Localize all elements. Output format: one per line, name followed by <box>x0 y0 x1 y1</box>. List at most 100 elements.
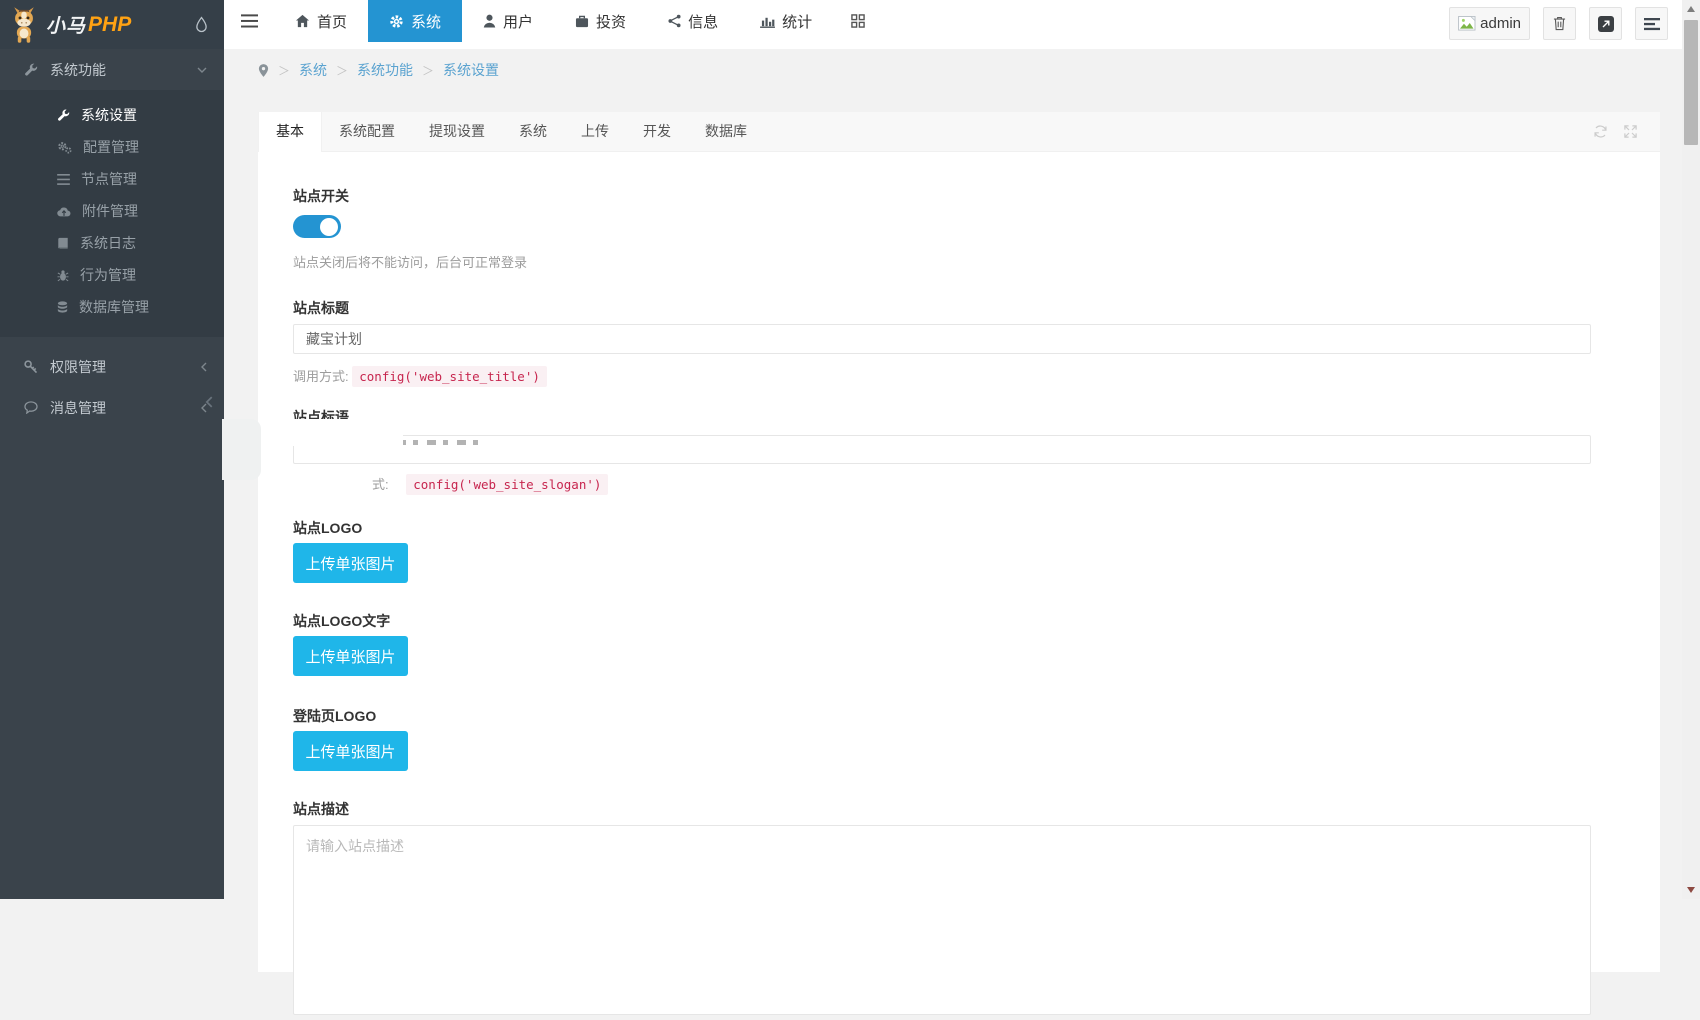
upload-site-logo-button[interactable]: 上传单张图片 <box>293 543 408 583</box>
field-label: 站点LOGO <box>293 518 1660 538</box>
tab-upload[interactable]: 上传 <box>564 112 626 151</box>
form-basic-settings: 站点开关 站点关闭后将不能访问，后台可正常登录 站点标题 调用方式: confi… <box>258 152 1660 1020</box>
breadcrumb: ＞ 系统 ＞ 系统功能 ＞ 系统设置 <box>224 49 1682 91</box>
breadcrumb-link-system-settings[interactable]: 系统设置 <box>443 60 499 80</box>
sidebar-item-system-logs[interactable]: 系统日志 <box>0 227 224 259</box>
field-label: 登陆页LOGO <box>293 706 1660 726</box>
brand-text-cn: 小马 <box>46 11 86 38</box>
field-site-title: 站点标题 调用方式: config('web_site_title') <box>293 298 1660 385</box>
upload-site-logo-text-button[interactable]: 上传单张图片 <box>293 636 408 676</box>
sidebar-separator <box>0 337 224 346</box>
nav-item-stats[interactable]: 统计 <box>739 0 833 42</box>
grid-icon <box>851 14 865 28</box>
sidebar-item-label: 系统日志 <box>80 233 136 253</box>
sidebar-submenu: 系统设置 配置管理 节点管理 附件管理 系统日志 <box>0 90 224 337</box>
field-label: 站点标语 <box>293 407 1660 427</box>
tab-develop[interactable]: 开发 <box>626 112 688 151</box>
scrollbar-down-button[interactable] <box>1682 882 1700 898</box>
external-link-icon <box>1598 16 1614 32</box>
nav-item-label: 首页 <box>317 11 347 32</box>
breadcrumb-link-system-functions[interactable]: 系统功能 <box>357 60 413 80</box>
refresh-icon[interactable] <box>1593 124 1608 139</box>
sidebar-item-database-management[interactable]: 数据库管理 <box>0 291 224 323</box>
field-help: 式: config('web_site_slogan') <box>293 474 1660 493</box>
hamburger-menu-button[interactable] <box>224 0 274 42</box>
field-help: 调用方式: config('web_site_title') <box>293 366 1660 385</box>
tab-system-config[interactable]: 系统配置 <box>322 112 412 151</box>
sidebar-item-behavior-management[interactable]: 行为管理 <box>0 259 224 291</box>
cogs-icon <box>57 141 72 154</box>
water-drop-icon[interactable] <box>195 16 208 33</box>
help-code: config('web_site_title') <box>352 366 547 387</box>
nav-item-system[interactable]: 系统 <box>368 0 462 42</box>
tab-withdraw-settings[interactable]: 提现设置 <box>412 112 502 151</box>
top-nav: 首页 系统 用户 投资 信息 <box>224 0 883 49</box>
screenshot-seam-pill-artifact <box>222 419 261 480</box>
breadcrumb-separator: ＞ <box>278 62 290 79</box>
vertical-scrollbar[interactable] <box>1682 0 1700 899</box>
tab-database[interactable]: 数据库 <box>688 112 764 151</box>
sidebar-group-permissions[interactable]: 权限管理 <box>0 346 224 387</box>
admin-user-button[interactable]: admin <box>1449 7 1530 40</box>
user-icon <box>483 14 496 28</box>
brand-text-en: PHP <box>88 13 131 37</box>
field-site-logo-text: 站点LOGO文字 上传单张图片 <box>293 611 1660 676</box>
upload-login-logo-button[interactable]: 上传单张图片 <box>293 731 408 771</box>
sidebar-item-attachment-management[interactable]: 附件管理 <box>0 195 224 227</box>
field-label: 站点开关 <box>293 186 1660 206</box>
scrollbar-thumb[interactable] <box>1684 20 1698 145</box>
tab-system[interactable]: 系统 <box>502 112 564 151</box>
sidebar-group-messages[interactable]: 消息管理 <box>0 387 224 428</box>
sidebar-item-label: 节点管理 <box>81 169 137 189</box>
breadcrumb-link-system[interactable]: 系统 <box>299 60 327 80</box>
sidebar-item-system-settings[interactable]: 系统设置 <box>0 99 224 131</box>
nav-item-invest[interactable]: 投资 <box>554 0 647 42</box>
settings-card: 基本 系统配置 提现设置 系统 上传 开发 数据库 站点开关 站点关闭后将不能访… <box>258 112 1660 972</box>
list-icon <box>57 174 70 185</box>
field-login-logo: 登陆页LOGO 上传单张图片 <box>293 706 1660 771</box>
site-switch-toggle[interactable] <box>293 215 341 238</box>
sidebar-collapse-handle[interactable] <box>205 396 213 408</box>
nav-item-home[interactable]: 首页 <box>274 0 368 42</box>
chevron-down-icon <box>197 67 207 73</box>
sidebar-group-label: 系统功能 <box>50 60 106 80</box>
nav-item-label: 投资 <box>596 11 626 32</box>
wrench-icon <box>57 109 70 122</box>
toggle-knob <box>320 218 338 236</box>
site-slogan-input[interactable] <box>293 435 1591 464</box>
field-label: 站点描述 <box>293 799 1660 819</box>
breadcrumb-separator: ＞ <box>422 62 434 79</box>
home-icon <box>295 14 310 28</box>
tab-basic[interactable]: 基本 <box>258 112 322 152</box>
key-icon <box>24 360 38 374</box>
scrollbar-up-button[interactable] <box>1682 1 1700 17</box>
sidebar-item-config-management[interactable]: 配置管理 <box>0 131 224 163</box>
nav-item-users[interactable]: 用户 <box>462 0 554 42</box>
wrench-icon <box>24 63 38 77</box>
nav-item-label: 统计 <box>782 11 812 32</box>
sidebar-item-label: 行为管理 <box>80 265 136 285</box>
triangle-down-icon <box>1687 887 1695 893</box>
launch-button[interactable] <box>1589 7 1622 40</box>
fullscreen-icon[interactable] <box>1623 124 1638 139</box>
sidebar-item-label: 系统设置 <box>81 105 137 125</box>
sidebar-item-label: 配置管理 <box>83 137 139 157</box>
nav-grid-button[interactable] <box>833 0 883 42</box>
nav-item-info[interactable]: 信息 <box>647 0 739 42</box>
field-label: 站点LOGO文字 <box>293 611 1660 631</box>
site-title-input[interactable] <box>293 324 1591 354</box>
gear-icon <box>389 14 404 29</box>
sidebar-group-system-functions[interactable]: 系统功能 <box>0 49 224 90</box>
clear-cache-button[interactable] <box>1543 7 1576 40</box>
horse-mascot-icon <box>8 6 40 44</box>
sidebar-item-label: 数据库管理 <box>79 297 149 317</box>
site-desc-textarea[interactable] <box>293 825 1591 1015</box>
admin-username: admin <box>1480 15 1521 32</box>
tab-bar: 基本 系统配置 提现设置 系统 上传 开发 数据库 <box>258 112 1660 152</box>
sidebar: 系统功能 系统设置 配置管理 节点管理 附件管理 <box>0 49 224 899</box>
menu-list-button[interactable] <box>1635 7 1668 40</box>
trash-icon <box>1553 16 1566 31</box>
app-logo[interactable]: 小马 PHP <box>0 0 224 49</box>
help-code: config('web_site_slogan') <box>406 474 608 495</box>
sidebar-item-node-management[interactable]: 节点管理 <box>0 163 224 195</box>
